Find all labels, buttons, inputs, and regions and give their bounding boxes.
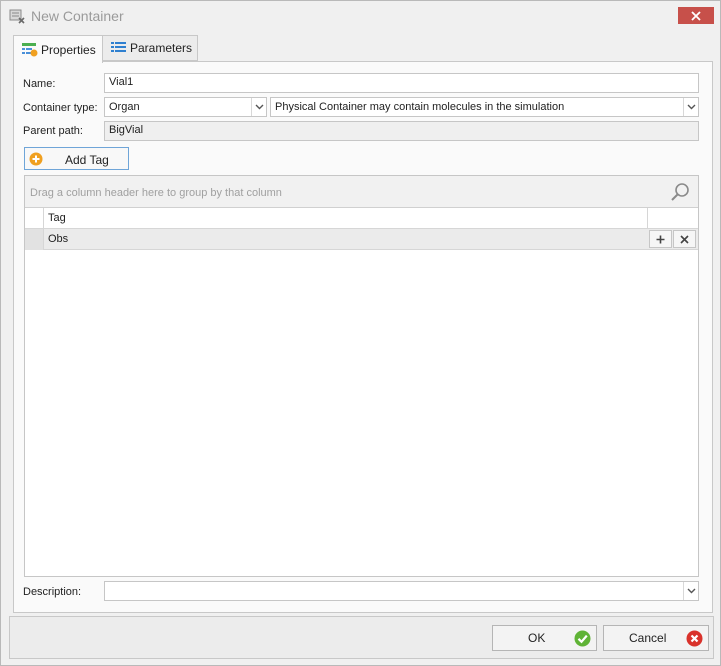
table-row[interactable]: Obs (25, 229, 698, 250)
group-panel-hint: Drag a column header here to group by th… (30, 187, 282, 199)
delete-row-button[interactable] (673, 230, 696, 248)
name-label: Name: (23, 78, 56, 90)
ok-label: OK (528, 631, 546, 645)
container-type-label: Container type: (23, 102, 98, 114)
container-type-combo[interactable]: Organ (104, 97, 267, 117)
container-edit-icon (9, 9, 25, 24)
chevron-down-icon[interactable] (683, 582, 698, 600)
cancel-label: Cancel (629, 631, 667, 645)
checkmark-icon (574, 630, 591, 647)
name-input[interactable]: Vial1 (104, 73, 699, 93)
tags-grid: Drag a column header here to group by th… (24, 175, 699, 577)
title-bar: New Container (1, 1, 720, 31)
tab-parameters[interactable]: Parameters (102, 35, 198, 61)
parent-path-label: Parent path: (23, 125, 83, 137)
properties-icon (22, 42, 38, 56)
close-icon (691, 10, 701, 21)
tab-parameters-label: Parameters (130, 41, 193, 55)
column-divider (647, 208, 648, 229)
dialog-window: New Container Properties Parameters Name… (0, 0, 721, 666)
container-mode-combo[interactable]: Physical Container may contain molecules… (270, 97, 699, 117)
plus-icon (656, 235, 665, 243)
group-by-panel[interactable]: Drag a column header here to group by th… (25, 176, 698, 208)
close-button[interactable] (678, 7, 714, 24)
cancel-button[interactable]: Cancel (603, 625, 709, 651)
description-combo[interactable] (104, 581, 699, 601)
add-circle-icon (29, 152, 43, 166)
dialog-footer: OK Cancel (9, 616, 714, 659)
container-type-value: Organ (109, 101, 140, 113)
add-tag-button[interactable]: Add Tag (24, 147, 129, 170)
row-indicator-header (25, 208, 44, 229)
parameters-icon (111, 42, 126, 52)
column-header-tag[interactable]: Tag (48, 212, 66, 224)
column-header-row: Tag (25, 208, 698, 229)
chevron-down-icon[interactable] (251, 98, 266, 116)
add-row-button[interactable] (649, 230, 672, 248)
tab-properties[interactable]: Properties (13, 35, 103, 63)
row-indicator (25, 229, 44, 250)
tab-properties-label: Properties (41, 42, 96, 57)
search-icon[interactable] (670, 182, 690, 202)
window-title: New Container (31, 8, 124, 24)
add-tag-label: Add Tag (65, 153, 109, 167)
ok-button[interactable]: OK (492, 625, 597, 651)
description-label: Description: (23, 586, 82, 598)
chevron-down-icon[interactable] (683, 98, 698, 116)
cancel-icon (686, 630, 703, 647)
delete-icon (680, 234, 689, 244)
parent-path-field: BigVial (104, 121, 699, 141)
tag-cell[interactable]: Obs (48, 233, 68, 245)
container-mode-value: Physical Container may contain molecules… (275, 101, 565, 113)
